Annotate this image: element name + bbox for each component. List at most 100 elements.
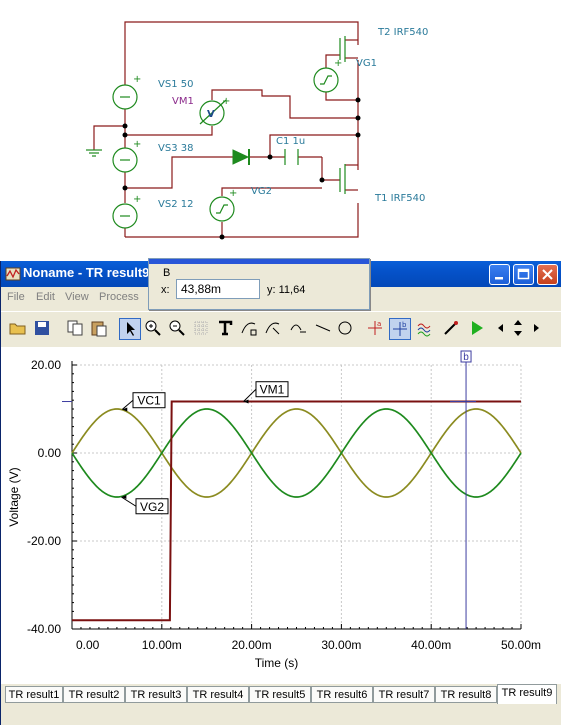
x-tick-label: 30.00m	[321, 638, 361, 652]
bezier-tool-button[interactable]	[239, 318, 261, 340]
tab-tr-result8[interactable]: TR result8	[435, 686, 497, 703]
tab-tr-result4[interactable]: TR result4	[187, 686, 249, 703]
cursor-b-button[interactable]: b	[389, 318, 411, 340]
label-vg1: VG1	[356, 58, 377, 69]
y-tick-label: 0.00	[38, 446, 62, 460]
circuit-schematic: T2 IRF540 VG1 VS1 50 VM1 C1 1u VS3 38 VG…	[86, 21, 428, 240]
menu-file[interactable]: File	[7, 291, 25, 303]
voltmeter-symbol: V	[207, 109, 215, 120]
svg-text:a: a	[377, 320, 381, 328]
tab-tr-result1[interactable]: TR result1	[5, 686, 63, 703]
minimize-button[interactable]	[489, 264, 510, 285]
text-tool-button[interactable]	[215, 318, 237, 340]
probe-button[interactable]	[441, 318, 463, 340]
window-title: Noname - TR result9	[23, 265, 150, 280]
copy-icon	[67, 320, 83, 336]
line-tool-button[interactable]	[313, 318, 335, 340]
svg-text:b: b	[402, 321, 407, 329]
grid-icon	[194, 321, 208, 335]
tab-tr-result6[interactable]: TR result6	[311, 686, 373, 703]
menu-edit[interactable]: Edit	[36, 291, 55, 303]
y-axis-title: Voltage (V)	[7, 467, 21, 526]
maximize-button[interactable]	[513, 264, 534, 285]
zoom-in-button[interactable]	[143, 318, 165, 340]
toolbar: a b	[1, 311, 561, 344]
ellipse-tool-button[interactable]	[335, 318, 357, 340]
cursor-name: B	[163, 267, 171, 279]
folder-icon	[9, 323, 26, 335]
plus-sign: +	[334, 58, 342, 69]
add-marker-button[interactable]	[415, 318, 437, 340]
y-tick-label: -20.00	[27, 534, 61, 548]
arrow-cursor-icon	[127, 322, 135, 336]
paste-icon	[91, 321, 107, 337]
waveform-icon	[290, 324, 306, 333]
cursor-b-icon: b	[393, 321, 407, 336]
x-value-field[interactable]: 43,88m	[176, 279, 260, 299]
line-icon	[315, 324, 331, 332]
curve-icon	[241, 322, 257, 336]
grid-button[interactable]	[191, 318, 213, 340]
cursor-readout-panel[interactable]: B x: 43,88m y: 11,64	[148, 258, 370, 310]
plus-sign: +	[229, 188, 237, 199]
voltage-time-chart: b 0.00 10.00m 20.00m 30.00m 40.00m 50.00m 20.0…	[1, 347, 561, 686]
plus-sign: +	[133, 139, 141, 150]
results-window: Noname - TR result9 File Edit View Proce…	[0, 261, 561, 725]
callout-leader	[121, 496, 137, 507]
y-label: y:	[267, 284, 276, 296]
open-button[interactable]	[8, 318, 30, 340]
label-t1: T1 IRF540	[374, 193, 425, 204]
copy-button[interactable]	[65, 318, 87, 340]
series-label-vc1: VC1	[137, 394, 161, 408]
close-button[interactable]	[537, 264, 558, 285]
fit-curve-button[interactable]	[289, 318, 311, 340]
label-vs1: VS1 50	[158, 79, 193, 90]
close-icon	[542, 269, 553, 280]
x-tick-label: 50.00m	[501, 638, 541, 652]
x-tick-label: 10.00m	[142, 638, 182, 652]
x-axis-title: Time (s)	[255, 656, 299, 670]
tab-tr-result7[interactable]: TR result7	[373, 686, 435, 703]
menu-view[interactable]: View	[65, 291, 89, 303]
series-label-vg2: VG2	[140, 500, 164, 514]
curve-tool-button[interactable]	[263, 318, 285, 340]
select-tool-button[interactable]	[119, 318, 141, 340]
tab-tr-result2[interactable]: TR result2	[63, 686, 125, 703]
label-vm1: VM1	[172, 96, 194, 107]
plus-sign: +	[133, 194, 141, 205]
maximize-icon	[517, 268, 530, 280]
save-button[interactable]	[32, 318, 54, 340]
x-tick-label: 0.00	[76, 638, 100, 652]
next-button[interactable]	[530, 318, 552, 340]
waves-icon	[417, 323, 431, 337]
menu-process[interactable]: Process	[99, 291, 139, 303]
panel-header[interactable]	[149, 259, 369, 264]
play-icon	[472, 321, 483, 335]
curve-alt-icon	[265, 322, 280, 335]
x-tick-label: 20.00m	[232, 638, 272, 652]
text-icon	[219, 320, 233, 336]
app-icon	[5, 267, 21, 281]
up-down-button[interactable]	[508, 318, 530, 340]
callout-leader	[243, 388, 257, 402]
run-button[interactable]	[467, 318, 489, 340]
y-tick-label: 20.00	[31, 358, 61, 372]
chevron-right-icon	[534, 324, 539, 332]
tab-tr-result5[interactable]: TR result5	[249, 686, 311, 703]
y-value: 11,64	[278, 284, 306, 296]
cursor-a-button[interactable]: a	[365, 318, 387, 340]
label-vs2: VS2 12	[158, 199, 193, 210]
up-down-icon	[514, 320, 522, 336]
zoom-100-button[interactable]	[167, 318, 189, 340]
paste-button[interactable]	[89, 318, 111, 340]
tab-tr-result9[interactable]: TR result9	[497, 684, 557, 704]
x-tick-label: 40.00m	[411, 638, 451, 652]
cursor-a-icon: a	[368, 320, 382, 335]
cursor-b-label: b	[463, 352, 469, 363]
y-tick-label: -40.00	[27, 622, 61, 636]
plus-sign: +	[133, 74, 141, 85]
result-tabs: TR result1 TR result2 TR result3 TR result4…	[1, 684, 561, 706]
series-label-vm1: VM1	[260, 383, 285, 397]
chevron-left-icon	[498, 324, 503, 332]
tab-tr-result3[interactable]: TR result3	[125, 686, 187, 703]
